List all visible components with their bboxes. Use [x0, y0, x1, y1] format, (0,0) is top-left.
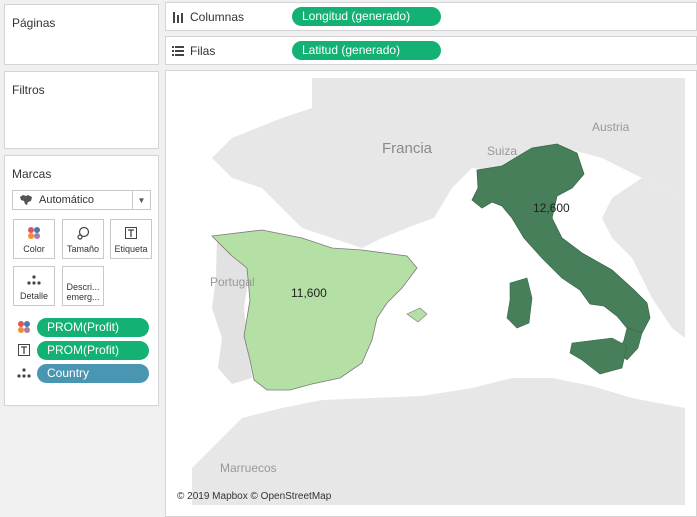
sardinia-region[interactable]	[506, 277, 533, 329]
italy-value-label: 12,600	[533, 201, 570, 215]
label-field-pill[interactable]: PROM(Profit)	[37, 341, 149, 360]
columns-icon	[173, 11, 183, 23]
size-button[interactable]: Tamaño	[62, 219, 104, 259]
pages-panel: Páginas	[4, 4, 159, 65]
globe-icon	[19, 194, 33, 209]
suiza-map-label: Suiza	[487, 144, 518, 158]
mark-type-dropdown[interactable]: Automático ▼	[12, 190, 151, 210]
color-button[interactable]: Color	[13, 219, 55, 259]
spain-value-label: 11,600	[291, 286, 327, 300]
rows-icon	[172, 46, 184, 56]
mark-type-value: Automático	[39, 194, 95, 206]
color-dots-icon	[16, 320, 32, 334]
portugal-map-label: Portugal	[210, 275, 255, 289]
color-field-pill[interactable]: PROM(Profit)	[37, 318, 149, 337]
detail-label: Detalle	[19, 291, 48, 301]
marks-panel: Marcas Automático ▼ Color Tamaño Etiquet…	[4, 155, 159, 406]
rows-shelf-label: Filas	[172, 44, 215, 58]
detail-button[interactable]: Detalle	[13, 266, 55, 306]
tooltip-label: Descri... emerg...	[66, 282, 100, 302]
detail-dots-icon	[16, 366, 32, 380]
marks-title: Marcas	[12, 167, 52, 181]
tooltip-button[interactable]: Descri... emerg...	[62, 266, 104, 306]
columns-label: Columnas	[190, 10, 245, 24]
columns-pill[interactable]: Longitud (generado)	[292, 7, 441, 26]
marruecos-map-label: Marruecos	[220, 461, 277, 475]
color-dots-icon	[14, 226, 54, 240]
chevron-down-icon: ▼	[132, 191, 150, 209]
text-t-icon	[111, 226, 151, 240]
filters-panel[interactable]: Filtros	[4, 71, 159, 149]
map-view[interactable]: Francia Portugal Suiza Austria Marruecos…	[172, 78, 685, 505]
label-label: Etiqueta	[114, 244, 148, 254]
color-label: Color	[23, 244, 45, 254]
map-attribution[interactable]: © 2019 Mapbox © OpenStreetMap	[177, 491, 331, 502]
austria-map-label: Austria	[592, 120, 630, 134]
size-icon	[63, 226, 103, 240]
columns-shelf-label: Columnas	[172, 10, 244, 24]
detail-field-pill[interactable]: Country	[37, 364, 149, 383]
rows-pill[interactable]: Latitud (generado)	[292, 41, 441, 60]
detail-dots-icon	[14, 273, 54, 287]
pages-title: Páginas	[12, 16, 56, 30]
text-t-icon	[16, 343, 32, 357]
filters-title: Filtros	[12, 83, 45, 97]
rows-label: Filas	[190, 44, 216, 58]
rows-shelf[interactable]: Filas Latitud (generado)	[165, 36, 697, 65]
label-button[interactable]: Etiqueta	[110, 219, 152, 259]
size-label: Tamaño	[66, 244, 100, 254]
france-map-label: Francia	[382, 140, 433, 157]
columns-shelf[interactable]: Columnas Longitud (generado)	[165, 2, 697, 31]
